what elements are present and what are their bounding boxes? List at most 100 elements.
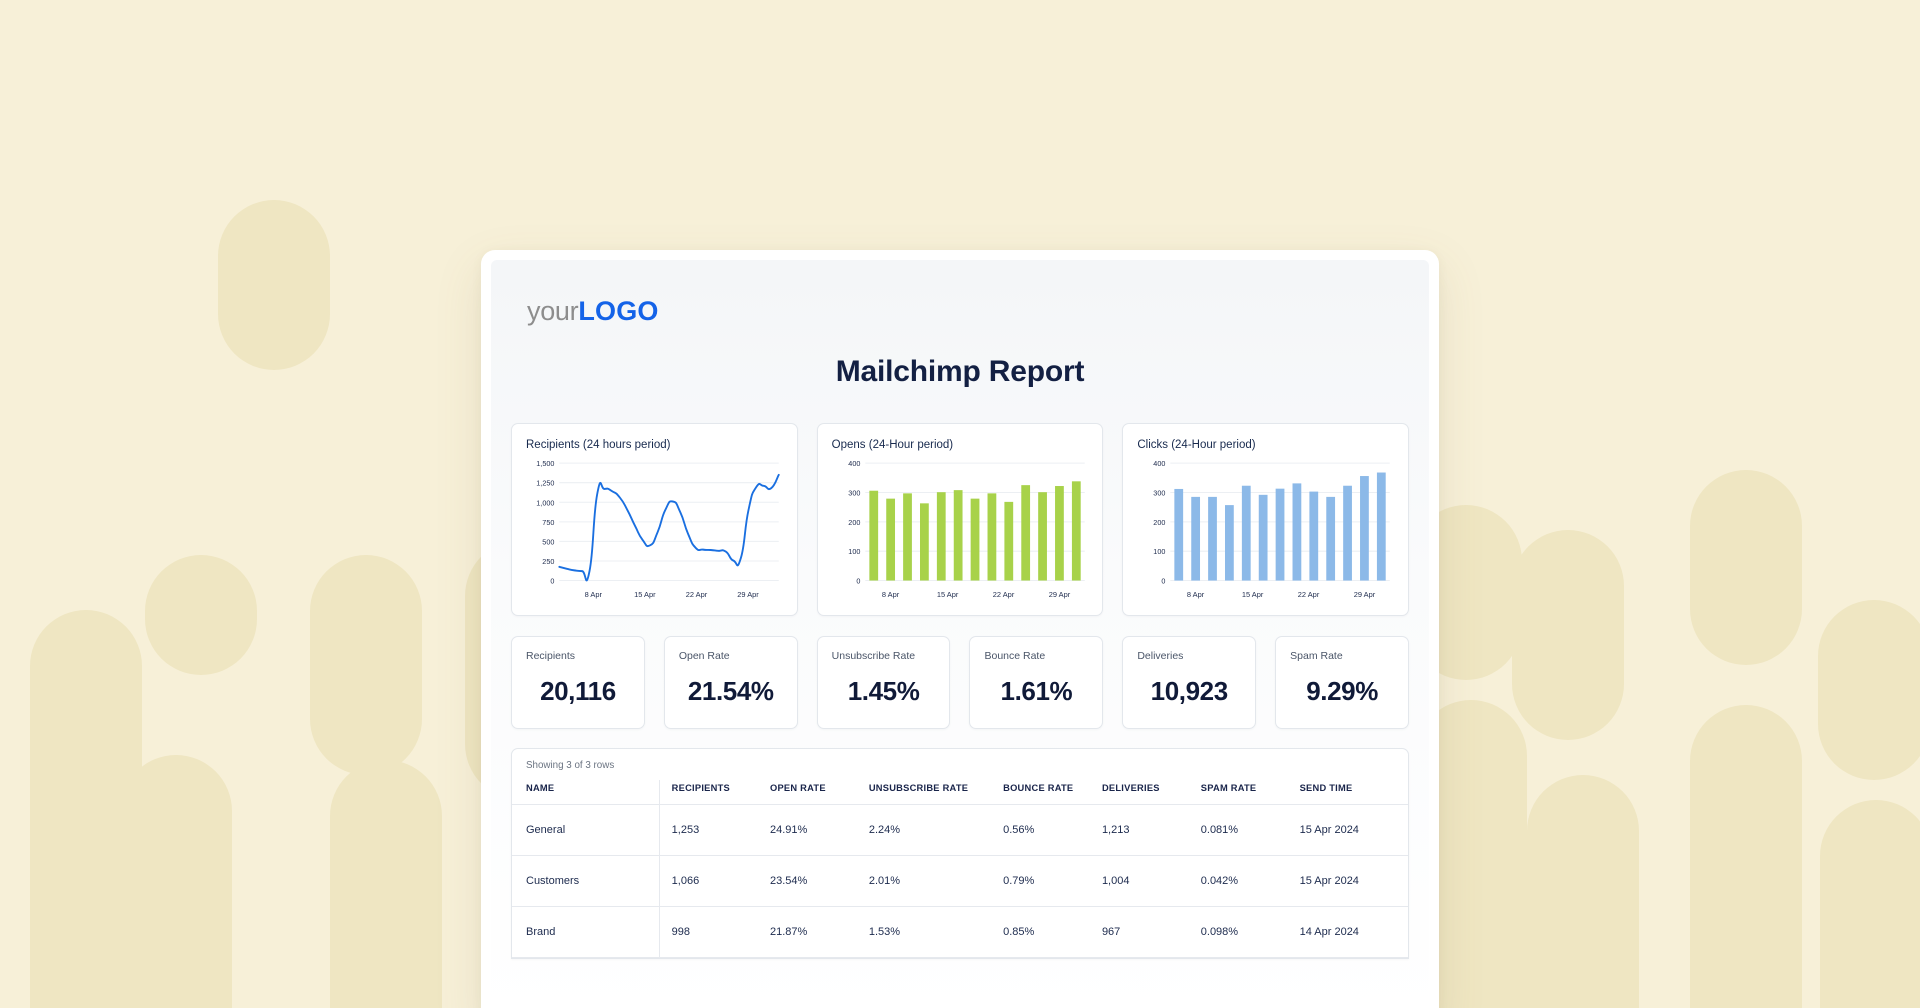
chart-plot-area: 0 100 200 300 400 8 Apr 15 Apr 22 Apr 29 Apr — [1137, 457, 1394, 603]
background-pill — [1690, 705, 1802, 1008]
kpi-value: 9.29% — [1306, 676, 1378, 706]
svg-text:300: 300 — [848, 488, 860, 497]
logo: yourLOGO — [503, 260, 1417, 325]
kpi-value: 10,923 — [1150, 676, 1229, 706]
table-cell-send-time: 14 Apr 2024 — [1287, 906, 1408, 958]
svg-text:15 Apr: 15 Apr — [937, 590, 959, 599]
background-pill — [1512, 530, 1624, 740]
svg-text:400: 400 — [1154, 459, 1166, 468]
svg-text:200: 200 — [848, 518, 860, 527]
table-column-header[interactable]: NAME — [512, 780, 660, 805]
table-cell-send-time: 15 Apr 2024 — [1287, 855, 1408, 907]
kpi-value: 21.54% — [687, 676, 774, 706]
table-cell-bounce-rate: 0.56% — [991, 804, 1090, 856]
kpi-label: Bounce Rate — [984, 650, 1046, 662]
kpi-row: Recipients 20,116 Open Rate 21.54% Unsubscri… — [503, 636, 1417, 729]
chart-svg: 0 250 500 750 1,000 1,250 1,500 8 Apr 15 Apr 22 A… — [536, 459, 780, 599]
kpi-label: Recipients — [526, 650, 576, 662]
svg-text:300: 300 — [1154, 488, 1166, 497]
kpi-value: 1.45% — [847, 676, 920, 706]
svg-text:500: 500 — [542, 537, 554, 546]
table-column-header[interactable]: SPAM RATE — [1188, 780, 1288, 805]
table-column-header[interactable]: UNSUBSCRIBE RATE — [856, 780, 992, 805]
chart-card: Recipients (24 hours period) 0 250 500 750 1,… — [511, 423, 798, 616]
svg-text:22 Apr: 22 Apr — [992, 590, 1014, 599]
svg-text:15 Apr: 15 Apr — [1242, 590, 1264, 599]
svg-text:8 Apr: 8 Apr — [882, 590, 900, 599]
table-cell-send-time: 15 Apr 2024 — [1287, 804, 1408, 856]
screenshot-stage: yourLOGO Mailchimp Report Recipients (24… — [0, 0, 1920, 1008]
kpi-label: Unsubscribe Rate — [831, 650, 916, 662]
table-cell-name: Brand — [512, 906, 660, 958]
table-column-header[interactable]: SEND TIME — [1287, 780, 1408, 805]
svg-text:750: 750 — [542, 518, 554, 527]
kpi-card: Recipients 20,116 — [511, 636, 645, 729]
background-pill — [1820, 800, 1920, 1008]
campaign-table-card: Showing 3 of 3 rows NAME RECIPIENTS OPEN R… — [511, 748, 1409, 959]
page-title: Mailchimp Report — [835, 355, 1085, 388]
svg-text:8 Apr: 8 Apr — [1187, 590, 1205, 599]
chart-card: Opens (24-Hour period) 0 100 200 300 400 8 Apr… — [816, 423, 1104, 616]
background-pill — [310, 555, 422, 775]
svg-text:100: 100 — [848, 547, 860, 556]
chart-card: Clicks (24-Hour period) 0 100 200 300 400 8 Ap… — [1122, 423, 1410, 616]
report-sheet-inner: yourLOGO Mailchimp Report Recipients (24… — [491, 260, 1429, 1008]
svg-text:29 Apr: 29 Apr — [1048, 590, 1070, 599]
chart-plot-area: 0 250 500 750 1,000 1,250 1,500 8 Apr 15 Apr 22 A… — [526, 457, 783, 603]
table-body: General 1,253 24.91% 2.24% 0.56% 1,213 0.081% 1… — [512, 804, 1408, 958]
chart-row: Recipients (24 hours period) 0 250 500 750 1,… — [503, 423, 1417, 616]
svg-text:22 Apr: 22 Apr — [1298, 590, 1320, 599]
table-cell-open-rate: 24.91% — [758, 804, 857, 856]
svg-text:29 Apr: 29 Apr — [1354, 590, 1376, 599]
table-cell-recipients: 1,253 — [659, 804, 758, 856]
background-pill — [120, 755, 232, 1008]
table-cell-deliveries: 1,004 — [1089, 855, 1189, 907]
table-cell-deliveries: 1,213 — [1089, 804, 1189, 856]
svg-text:0: 0 — [550, 576, 554, 585]
chart-title: Opens (24-Hour period) — [831, 439, 954, 451]
kpi-label: Spam Rate — [1290, 650, 1343, 662]
kpi-card: Unsubscribe Rate 1.45% — [816, 636, 951, 729]
background-pill — [1818, 600, 1920, 780]
table-row[interactable]: Brand 998 21.87% 1.53% 0.85% 967 0.098% 14 Apr … — [512, 906, 1408, 958]
campaign-table: NAME RECIPIENTS OPEN RATE UNSUBSCRIBE RATE B… — [512, 780, 1408, 958]
svg-text:100: 100 — [1154, 547, 1166, 556]
table-cell-deliveries: 967 — [1089, 906, 1189, 958]
table-cell-bounce-rate: 0.85% — [991, 906, 1090, 958]
chart-svg: 0 100 200 300 400 8 Apr 15 Apr 22 Apr 29 Apr — [848, 459, 1085, 599]
background-pill — [330, 760, 442, 1008]
logo-prefix: your — [527, 296, 579, 326]
kpi-card: Open Rate 21.54% — [663, 636, 798, 729]
svg-text:1,500: 1,500 — [536, 459, 554, 468]
background-pill — [218, 200, 330, 370]
svg-text:29 Apr: 29 Apr — [737, 590, 759, 599]
chart-title: Clicks (24-Hour period) — [1137, 439, 1256, 451]
background-pill — [145, 555, 257, 675]
kpi-card: Spam Rate 9.29% — [1275, 636, 1409, 729]
table-cell-bounce-rate: 0.79% — [991, 855, 1090, 907]
table-cell-unsubscribe-rate: 2.24% — [856, 804, 992, 856]
chart-svg: 0 100 200 300 400 8 Apr 15 Apr 22 Apr 29 Apr — [1154, 459, 1391, 599]
kpi-value: 20,116 — [540, 676, 616, 706]
kpi-card: Deliveries 10,923 — [1122, 636, 1257, 729]
table-cell-open-rate: 21.87% — [758, 906, 857, 958]
svg-text:0: 0 — [856, 576, 860, 585]
table-column-header[interactable]: BOUNCE RATE — [991, 780, 1090, 805]
table-cell-spam-rate: 0.098% — [1188, 906, 1288, 958]
table-column-header[interactable]: OPEN RATE — [758, 780, 857, 805]
table-cell-recipients: 998 — [659, 906, 758, 958]
svg-text:15 Apr: 15 Apr — [634, 590, 656, 599]
table-row[interactable]: Customers 1,066 23.54% 2.01% 0.79% 1,004 0.042… — [512, 855, 1408, 907]
svg-text:1,250: 1,250 — [536, 479, 554, 488]
table-column-header[interactable]: DELIVERIES — [1089, 780, 1189, 805]
table-row[interactable]: General 1,253 24.91% 2.24% 0.56% 1,213 0.081% 1… — [512, 804, 1408, 856]
table-column-header[interactable]: RECIPIENTS — [659, 780, 758, 805]
kpi-card: Bounce Rate 1.61% — [969, 636, 1104, 729]
table-cell-spam-rate: 0.042% — [1188, 855, 1288, 907]
svg-text:400: 400 — [848, 459, 860, 468]
table-cell-unsubscribe-rate: 1.53% — [856, 906, 992, 958]
table-cell-name: General — [512, 804, 660, 856]
svg-text:22 Apr: 22 Apr — [686, 590, 708, 599]
table-cell-spam-rate: 0.081% — [1188, 804, 1288, 856]
svg-text:250: 250 — [542, 557, 554, 566]
